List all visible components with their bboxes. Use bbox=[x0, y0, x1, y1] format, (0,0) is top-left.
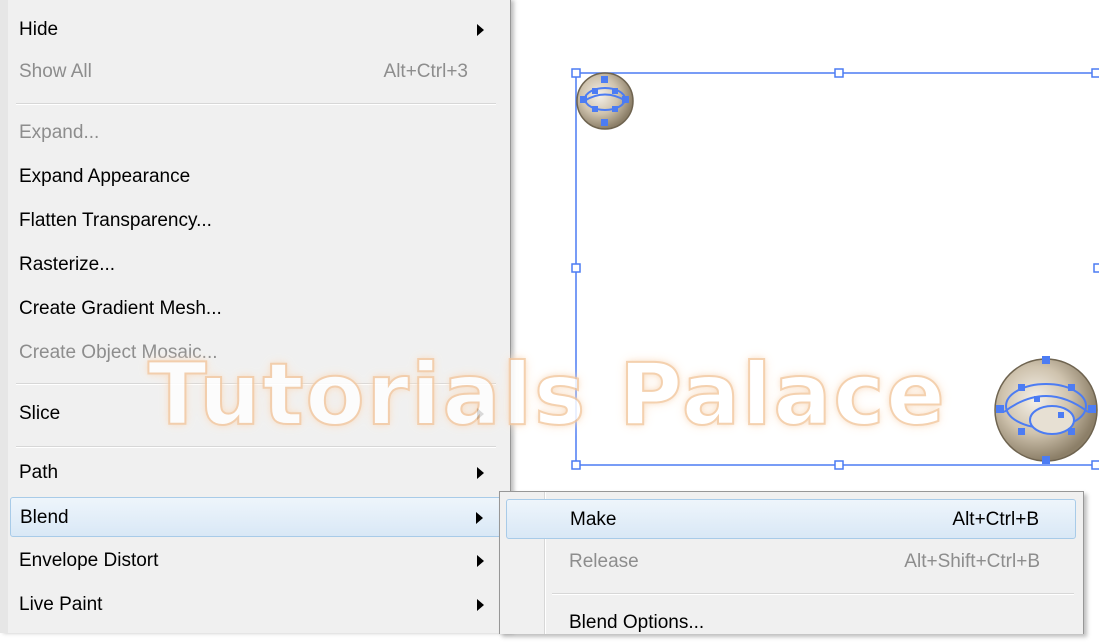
submenu-separator bbox=[552, 593, 1074, 595]
submenu-item-shortcut: Alt+Ctrl+B bbox=[952, 509, 1039, 530]
handle-top-left bbox=[571, 68, 581, 78]
menu-separator bbox=[16, 446, 496, 448]
submenu-arrow-icon bbox=[477, 408, 484, 420]
submenu-item-release[interactable]: Release Alt+Shift+Ctrl+B bbox=[506, 542, 1076, 582]
submenu-arrow-icon bbox=[477, 555, 484, 567]
handle-middle-left bbox=[571, 263, 581, 273]
menu-item-shortcut: Alt+Ctrl+3 bbox=[383, 61, 468, 82]
menu-item-label: Live Paint bbox=[19, 594, 103, 615]
menu-item-label: Create Object Mosaic... bbox=[19, 342, 218, 363]
menu-item-create-object-mosaic[interactable]: Create Object Mosaic... bbox=[10, 333, 504, 373]
menu-item-label: Flatten Transparency... bbox=[19, 210, 212, 231]
menu-item-create-gradient-mesh[interactable]: Create Gradient Mesh... bbox=[10, 289, 504, 329]
submenu-item-shortcut: Alt+Shift+Ctrl+B bbox=[904, 551, 1040, 572]
menu-item-label: Create Gradient Mesh... bbox=[19, 298, 222, 319]
submenu-item-blend-options[interactable]: Blend Options... bbox=[506, 603, 1076, 643]
menu-item-flatten-transparency[interactable]: Flatten Transparency... bbox=[10, 201, 504, 241]
submenu-item-label: Blend Options... bbox=[569, 612, 705, 633]
handle-top-middle bbox=[834, 68, 844, 78]
menu-item-label: Slice bbox=[19, 403, 61, 424]
menu-item-label: Show All bbox=[19, 61, 92, 82]
menu-item-envelope-distort[interactable]: Envelope Distort bbox=[10, 541, 504, 581]
menu-item-label: Rasterize... bbox=[19, 254, 116, 275]
handle-bottom-right bbox=[1091, 460, 1099, 470]
small-sphere-object[interactable] bbox=[576, 72, 634, 130]
handle-bottom-left bbox=[571, 460, 581, 470]
menu-item-label: Blend bbox=[20, 507, 69, 528]
menu-item-hide[interactable]: Hide bbox=[10, 10, 504, 50]
submenu-item-label: Make bbox=[570, 509, 617, 530]
menu-item-expand-appearance[interactable]: Expand Appearance bbox=[10, 157, 504, 197]
selection-artwork bbox=[571, 68, 1099, 470]
menu-item-show-all[interactable]: Show All Alt+Ctrl+3 bbox=[10, 52, 504, 92]
artboard-canvas[interactable] bbox=[512, 0, 1099, 490]
menu-item-expand[interactable]: Expand... bbox=[10, 113, 504, 153]
menu-item-label: Expand... bbox=[19, 122, 100, 143]
object-context-menu: Hide Show All Alt+Ctrl+3 Expand... Expan… bbox=[0, 0, 511, 633]
submenu-item-label: Release bbox=[569, 551, 639, 572]
menu-item-label: Envelope Distort bbox=[19, 550, 159, 571]
handle-top-right bbox=[1091, 68, 1099, 78]
submenu-arrow-icon bbox=[477, 467, 484, 479]
menu-item-label: Path bbox=[19, 462, 59, 483]
submenu-item-make[interactable]: Make Alt+Ctrl+B bbox=[506, 499, 1076, 539]
menu-item-rasterize[interactable]: Rasterize... bbox=[10, 245, 504, 285]
large-sphere-object[interactable] bbox=[994, 356, 1098, 464]
menu-item-label: Hide bbox=[19, 19, 59, 40]
handle-bottom-middle bbox=[834, 460, 844, 470]
menu-item-live-paint[interactable]: Live Paint bbox=[10, 585, 504, 625]
menu-separator bbox=[16, 103, 496, 105]
blend-submenu: Make Alt+Ctrl+B Release Alt+Shift+Ctrl+B… bbox=[499, 491, 1084, 634]
submenu-arrow-icon bbox=[477, 24, 484, 36]
submenu-arrow-icon bbox=[476, 512, 483, 524]
menu-item-label: Expand Appearance bbox=[19, 166, 191, 187]
menu-separator bbox=[16, 383, 496, 385]
menu-item-blend[interactable]: Blend bbox=[10, 497, 504, 537]
menu-gutter bbox=[0, 0, 8, 633]
submenu-arrow-icon bbox=[477, 599, 484, 611]
menu-item-slice[interactable]: Slice bbox=[10, 394, 504, 434]
menu-item-path[interactable]: Path bbox=[10, 453, 504, 493]
handle-middle-right bbox=[1093, 263, 1099, 273]
